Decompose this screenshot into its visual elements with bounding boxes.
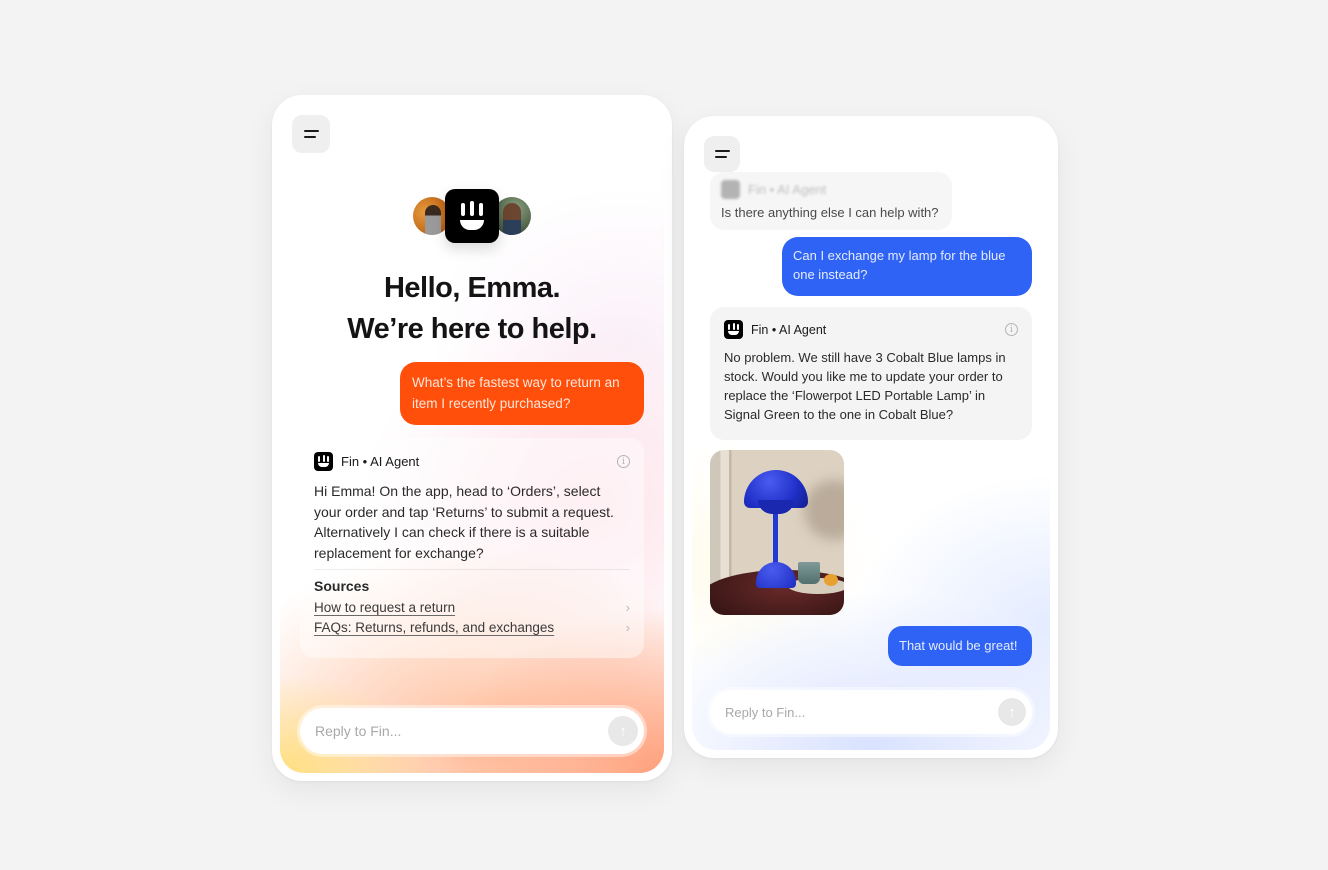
photo-detail [798,562,820,584]
arrow-up-icon: ↑ [619,722,627,740]
product-image-cobalt-blue-lamp[interactable] [710,450,844,615]
photo-detail [824,574,838,586]
photo-detail [756,562,796,588]
messenger-panel-right: Fin • AI Agent Is there anything else I … [684,116,1058,758]
agent-message-bubble: Fin • AI Agent i Hi Emma! On the app, he… [300,438,644,658]
reply-composer: ↑ [300,708,644,754]
user-message-bubble: Can I exchange my lamp for the blue one … [782,237,1032,296]
photo-detail [804,480,844,540]
info-icon[interactable]: i [1005,323,1018,336]
greeting-line-1: Hello, Emma. [383,272,561,304]
fin-logo-icon [445,189,499,243]
agent-name: Fin • AI Agent [751,322,827,337]
fin-logo-icon [721,180,740,199]
fin-logo-icon [314,452,333,471]
send-button[interactable]: ↑ [998,698,1026,726]
agent-header: Fin • AI Agent i [724,320,1018,339]
menu-icon [303,130,319,132]
messenger-conversation-screen: Fin • AI Agent Is there anything else I … [692,124,1050,750]
team-avatars [280,189,664,243]
agent-header: Fin • AI Agent [721,180,941,199]
messenger-panel-left: Hello, Emma. We’re here to help. What’s … [272,95,672,781]
user-message-bubble: That would be great! [888,626,1032,666]
user-message-bubble: What’s the fastest way to return an item… [400,362,644,425]
prior-agent-message: Fin • AI Agent Is there anything else I … [710,172,952,230]
agent-message-text: No problem. We still have 3 Cobalt Blue … [724,350,1006,422]
info-icon[interactable]: i [617,455,630,468]
reply-composer: ↑ [710,690,1032,734]
source-link[interactable]: FAQs: Returns, refunds, and exchanges › [314,618,630,638]
menu-button[interactable] [292,115,330,153]
send-button[interactable]: ↑ [608,716,638,746]
sources-title: Sources [314,578,370,594]
reply-input[interactable] [725,704,998,720]
greeting-line-2: We’re here to help. [347,313,597,345]
chevron-right-icon: › [625,620,630,635]
menu-button[interactable] [704,136,740,172]
source-link-label[interactable]: FAQs: Returns, refunds, and exchanges [314,618,554,638]
agent-header: Fin • AI Agent i [314,452,630,471]
messenger-home-screen: Hello, Emma. We’re here to help. What’s … [280,103,664,773]
source-link[interactable]: How to request a return › [314,598,630,618]
menu-icon [714,150,730,152]
photo-detail [758,500,794,514]
divider [314,569,630,570]
agent-message-text: Is there anything else I can help with? [721,205,939,220]
greeting-heading: Hello, Emma. We’re here to help. [280,268,664,350]
source-link-label[interactable]: How to request a return [314,598,455,618]
menu-icon-line [303,136,316,138]
arrow-up-icon: ↑ [1008,703,1016,721]
agent-name: Fin • AI Agent [341,454,420,469]
agent-message-text: Hi Emma! On the app, head to ‘Orders’, s… [314,483,614,561]
reply-input[interactable] [315,723,608,739]
agent-message-bubble: Fin • AI Agent i No problem. We still ha… [710,307,1032,440]
agent-name: Fin • AI Agent [748,182,827,197]
chevron-right-icon: › [625,600,630,615]
menu-icon-line [714,156,727,158]
fin-logo-icon [724,320,743,339]
